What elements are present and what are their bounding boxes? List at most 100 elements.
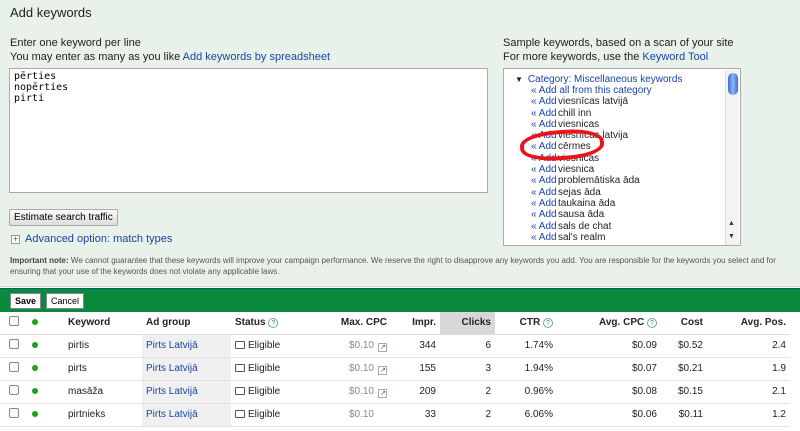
sample-keyword: sal's realm [558, 231, 606, 243]
table-row: pirts Pirts Latvijā Eligible $0.10 ↗ 155 … [0, 357, 790, 381]
bid-graph-icon[interactable]: ↗ [378, 365, 387, 375]
col-ctr[interactable]: CTR ? [495, 312, 557, 335]
avg-cpc-value: $0.06 [557, 403, 661, 427]
ad-group-link[interactable]: Pirts Latvijā [146, 340, 198, 351]
help-icon[interactable]: ? [543, 318, 553, 329]
sample-keyword-item: « Addproblemātiska āda [531, 175, 652, 186]
add-keyword-link[interactable]: « Add [531, 209, 558, 220]
clicks-value: 2 [440, 403, 495, 427]
impr-value: 155 [391, 357, 440, 381]
col-avg-cpc[interactable]: Avg. CPC ? [557, 312, 661, 335]
help-icon[interactable]: ? [647, 318, 657, 329]
save-button[interactable]: Save [10, 293, 42, 309]
ad-group-link[interactable]: Pirts Latvijā [146, 409, 198, 420]
add-keywords-panel: Add keywords Enter one keyword per line … [0, 0, 800, 287]
col-impr[interactable]: Impr. [391, 312, 440, 335]
ctr-value: 0.96% [495, 380, 557, 404]
sample-keyword: viesnica [558, 164, 595, 176]
clicks-value: 3 [440, 357, 495, 381]
add-keyword-link[interactable]: « Add [531, 108, 558, 119]
help-icon[interactable]: ? [268, 318, 279, 329]
scroll-down-icon[interactable]: ▼ [728, 233, 735, 240]
speech-bubble-icon[interactable] [235, 387, 245, 395]
ad-group-link[interactable]: Pirts Latvijā [146, 363, 198, 374]
estimate-traffic-button[interactable]: Estimate search traffic [9, 209, 118, 226]
advanced-option-link[interactable]: Advanced option: match types [25, 233, 172, 245]
bid-graph-icon[interactable]: ↗ [378, 342, 387, 352]
add-keyword-link[interactable]: « Add [531, 175, 558, 186]
category-toggle[interactable]: ▼ Category: Miscellaneous keywords [515, 74, 682, 85]
keyword-cell[interactable]: pirtis [64, 334, 142, 358]
cancel-button[interactable]: Cancel [46, 293, 85, 309]
col-status[interactable]: Status ? [231, 312, 311, 335]
table-row: masāža Pirts Latvijā Eligible $0.10 ↗ 209… [0, 380, 790, 404]
add-keyword-link[interactable]: « Add [531, 221, 558, 232]
add-keyword-link[interactable]: « Add [531, 119, 558, 130]
avg-cpc-label: Avg. CPC [599, 317, 645, 329]
scroll-up-icon[interactable]: ▲ [728, 220, 735, 227]
speech-bubble-icon[interactable] [235, 364, 245, 372]
max-cpc-value[interactable]: $0.10 [349, 340, 374, 351]
table-header: Keyword Ad group Status ? Max. CPC Impr.… [0, 312, 790, 335]
sample-keyword: problemātiska āda [558, 175, 640, 187]
status-label: Status [235, 317, 266, 329]
avg-pos-value: 2.4 [707, 334, 790, 358]
avg-cpc-value: $0.08 [557, 380, 661, 404]
enabled-dot-icon [32, 388, 38, 394]
sample-keyword: chill inn [558, 107, 592, 119]
status-text: Eligible [248, 386, 281, 397]
sample-keyword-item: « Addviesnica [531, 164, 652, 175]
col-avg-pos[interactable]: Avg. Pos. [707, 312, 790, 335]
scrollbar-thumb[interactable] [728, 73, 738, 95]
cost-value: $0.52 [661, 334, 707, 358]
speech-bubble-icon[interactable] [235, 341, 245, 349]
instruction-line-2: You may enter as many as you like [10, 51, 181, 63]
sample-keyword: viesnīcas latvijā [558, 96, 629, 108]
max-cpc-value[interactable]: $0.10 [349, 363, 374, 374]
table-row: pirtnieks Pirts Latvijā Eligible $0.10 3… [0, 403, 790, 427]
keyword-cell[interactable]: pirts [64, 357, 142, 381]
add-keyword-link[interactable]: « Add [531, 187, 558, 198]
sample-keyword: sals de chat [558, 220, 612, 232]
col-clicks[interactable]: Clicks [440, 312, 495, 335]
sample-keyword-item: « Addsausa āda [531, 209, 652, 220]
avg-pos-value: 1.9 [707, 357, 790, 381]
col-ad-group[interactable]: Ad group [142, 312, 231, 335]
add-keyword-link[interactable]: « Add [531, 232, 558, 243]
max-cpc-value[interactable]: $0.10 [349, 386, 374, 397]
instruction-line: Enter one keyword per line [10, 37, 141, 49]
row-checkbox[interactable] [9, 339, 19, 349]
clicks-value: 6 [440, 334, 495, 358]
bid-graph-icon[interactable]: ↗ [378, 388, 387, 398]
sample-keyword: sausa āda [558, 209, 605, 221]
keyword-tool-link[interactable]: Keyword Tool [642, 51, 708, 63]
col-cost[interactable]: Cost [661, 312, 707, 335]
speech-bubble-icon[interactable] [235, 410, 245, 418]
advanced-options-toggle[interactable]: + Advanced option: match types [11, 233, 172, 245]
avg-pos-value: 2.1 [707, 380, 790, 404]
action-bar: Save Cancel [0, 288, 800, 312]
avg-cpc-value: $0.07 [557, 357, 661, 381]
col-max-cpc[interactable]: Max. CPC [311, 312, 391, 335]
impr-value: 344 [391, 334, 440, 358]
col-keyword[interactable]: Keyword [64, 312, 142, 335]
add-keyword-link[interactable]: « Add [531, 164, 558, 175]
spreadsheet-link[interactable]: Add keywords by spreadsheet [183, 51, 330, 63]
add-keyword-link[interactable]: « Add [531, 96, 558, 107]
row-checkbox[interactable] [9, 408, 19, 418]
add-keyword-link[interactable]: « Add [531, 198, 558, 209]
row-checkbox[interactable] [9, 385, 19, 395]
keyword-cell[interactable]: pirtnieks [64, 403, 142, 427]
select-all-checkbox[interactable] [9, 316, 19, 327]
scrollbar[interactable]: ▲ ▼ [725, 70, 739, 245]
ad-group-link[interactable]: Pirts Latvijā [146, 386, 198, 397]
keywords-textarea[interactable] [9, 68, 488, 193]
add-all-link[interactable]: « Add all from this category [531, 85, 652, 96]
row-checkbox[interactable] [9, 362, 19, 372]
table-row: pirtis Pirts Latvijā Eligible $0.10 ↗ 344… [0, 334, 790, 358]
status-text: Eligible [248, 363, 281, 374]
keyword-cell[interactable]: masāža [64, 380, 142, 404]
max-cpc-value[interactable]: $0.10 [349, 409, 374, 420]
sample-keyword: taukaina āda [558, 197, 616, 209]
sample-keyword: viesnicas [558, 118, 600, 130]
